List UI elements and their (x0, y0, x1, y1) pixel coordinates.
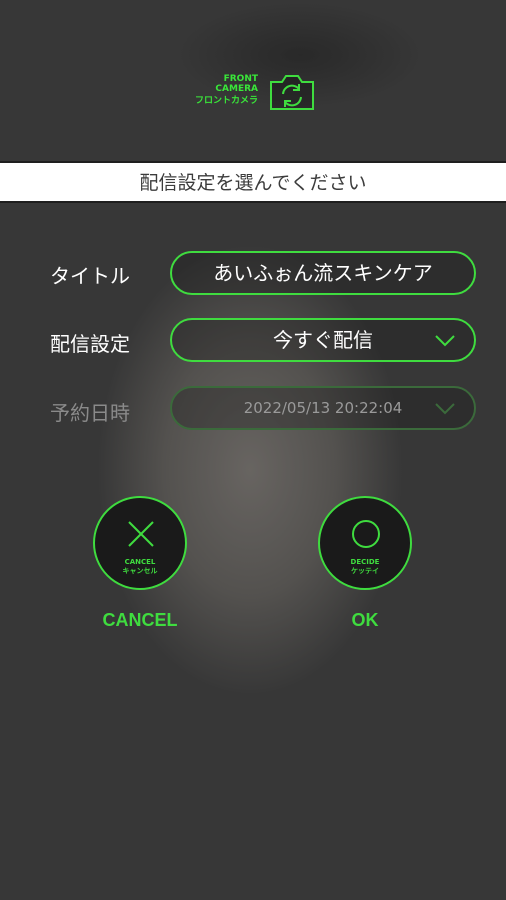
front-camera-label-en2: CAMERA (215, 84, 258, 94)
title-label: タイトル (50, 264, 130, 288)
cancel-button[interactable]: CANCEL キャンセル (93, 496, 187, 590)
title-input[interactable]: あいふぉん流スキンケア (170, 251, 476, 295)
setting-select[interactable]: 今すぐ配信 (170, 318, 476, 362)
circle-icon (352, 520, 380, 548)
decide-button-en: DECIDE (350, 558, 380, 566)
decide-button[interactable]: DECIDE ケッテイ (318, 496, 412, 590)
chevron-down-icon (435, 335, 455, 347)
schedule-label: 予約日時 (50, 401, 130, 425)
cancel-button-en: CANCEL (124, 558, 156, 566)
page-title: 配信設定を選んでください (0, 161, 506, 203)
cancel-caption[interactable]: CANCEL (80, 610, 200, 631)
front-camera-label: FRONT CAMERA フロントカメラ (195, 74, 258, 106)
schedule-select-value: 2022/05/13 20:22:04 (243, 399, 403, 417)
chevron-down-icon (435, 403, 455, 415)
decide-caption[interactable]: OK (305, 610, 425, 631)
front-camera-label-en1: FRONT (223, 74, 258, 84)
camera-switch-icon[interactable] (268, 72, 316, 112)
schedule-select: 2022/05/13 20:22:04 (170, 386, 476, 430)
front-camera-label-jp: フロントカメラ (194, 96, 258, 106)
decide-button-jp: ケッテイ (351, 567, 379, 575)
setting-select-value: 今すぐ配信 (273, 328, 373, 352)
setting-label: 配信設定 (50, 332, 130, 356)
front-camera-toggle[interactable]: FRONT CAMERA フロントカメラ (190, 68, 330, 118)
cancel-button-jp: キャンセル (122, 567, 158, 575)
close-icon (128, 521, 154, 547)
preview-dim-overlay (0, 0, 506, 900)
